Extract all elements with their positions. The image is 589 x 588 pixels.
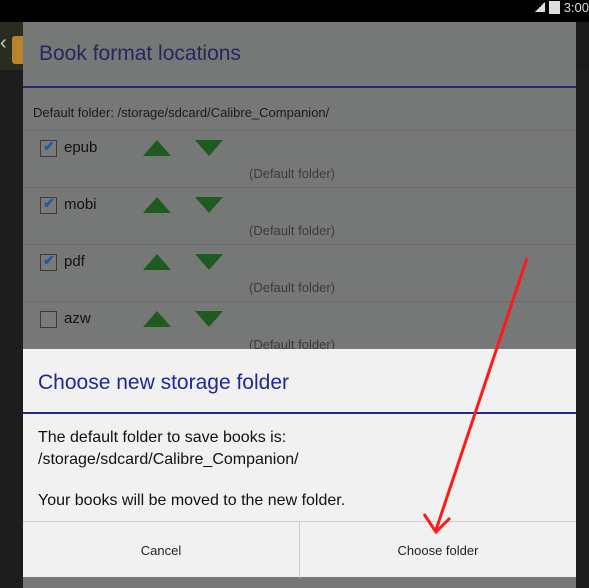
title-divider — [23, 86, 576, 88]
dialog-button-bar: Cancel Choose folder — [23, 521, 576, 578]
format-checkbox[interactable]: ✔ — [40, 138, 57, 157]
signal-icon — [534, 2, 545, 12]
move-up-arrow-icon[interactable] — [143, 197, 171, 213]
dialog-message-line1: The default folder to save books is: — [38, 429, 287, 446]
format-row-pdf: ✔ pdf (Default folder) — [23, 244, 576, 302]
format-folder-hint: (Default folder) — [249, 280, 335, 295]
checkmark-icon: ✔ — [43, 195, 55, 211]
move-down-arrow-icon[interactable] — [195, 197, 223, 213]
dialog-title: Choose new storage folder — [38, 371, 289, 394]
format-folder-hint: (Default folder) — [249, 166, 335, 181]
format-checkbox[interactable]: ✔ — [40, 252, 57, 271]
move-down-arrow-icon[interactable] — [195, 254, 223, 270]
format-row-epub: ✔ epub (Default folder) — [23, 130, 576, 188]
format-checkbox[interactable] — [40, 311, 57, 328]
move-down-arrow-icon[interactable] — [195, 140, 223, 156]
dialog-message-line3: Your books will be moved to the new fold… — [38, 492, 346, 509]
move-down-arrow-icon[interactable] — [195, 311, 223, 327]
move-up-arrow-icon[interactable] — [143, 254, 171, 270]
default-folder-label: Default folder: /storage/sdcard/Calibre_… — [33, 105, 330, 120]
format-label: azw — [64, 310, 91, 327]
app-action-bar-edge — [575, 22, 589, 70]
format-checkbox[interactable]: ✔ — [40, 195, 57, 214]
choose-folder-button[interactable]: Choose folder — [299, 522, 576, 578]
dialog-title: Book format locations — [39, 42, 241, 65]
move-up-arrow-icon[interactable] — [143, 311, 171, 327]
status-bar: 3:00 — [0, 0, 589, 22]
checkmark-icon: ✔ — [43, 138, 55, 154]
title-divider — [23, 412, 576, 414]
cancel-button[interactable]: Cancel — [23, 522, 299, 578]
dialog-message-line2: /storage/sdcard/Calibre_Companion/ — [38, 451, 299, 468]
status-time: 3:00 — [563, 0, 589, 15]
format-label: pdf — [64, 253, 85, 270]
choose-storage-folder-dialog: Choose new storage folder The default fo… — [23, 349, 576, 578]
battery-icon — [548, 0, 560, 14]
status-icons: 3:00 — [534, 0, 589, 15]
move-up-arrow-icon[interactable] — [143, 140, 171, 156]
format-folder-hint: (Default folder) — [249, 223, 335, 238]
format-label: epub — [64, 139, 98, 156]
format-label: mobi — [64, 196, 97, 213]
format-row-mobi: ✔ mobi (Default folder) — [23, 187, 576, 245]
checkmark-icon: ✔ — [43, 252, 55, 268]
